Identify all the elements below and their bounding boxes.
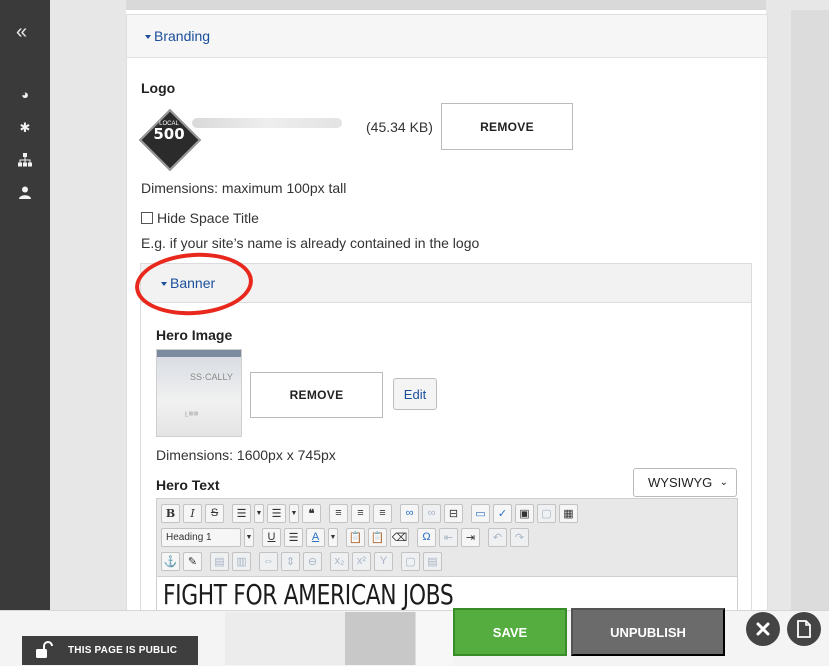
hero-dimensions-text: Dimensions: 1600px x 745px bbox=[156, 447, 336, 463]
bulleted-list-icon[interactable]: ☰ bbox=[232, 503, 251, 523]
chevron-down-icon: ⌄ bbox=[719, 477, 728, 488]
save-button[interactable]: SAVE bbox=[453, 608, 567, 656]
special-character-icon[interactable]: Ω bbox=[417, 527, 436, 547]
hero-text-content: FIGHT FOR AMERICAN JOBS bbox=[163, 578, 454, 611]
left-sidebar: « ◕ ✱ bbox=[0, 0, 50, 665]
editor-mode-value: WYSIWYG bbox=[648, 475, 713, 490]
logo-label: Logo bbox=[141, 80, 176, 96]
numbered-list-dropdown-icon[interactable]: ▼ bbox=[289, 503, 299, 523]
strikethrough-icon[interactable]: S bbox=[205, 503, 224, 523]
logo-badge-number: 500 bbox=[153, 125, 185, 143]
collapse-sidebar-icon[interactable]: « bbox=[16, 22, 27, 42]
logo-file-size: (45.34 KB) bbox=[366, 119, 433, 135]
wysiwyg-toolbar: B I S ☰ ▼ ☰ ▼ ❝ ≡ ≡ ≡ ∞ ∞ ⊟ ▭ ✓ ▣ ▢ ▦ He… bbox=[156, 498, 738, 578]
outdent-icon[interactable]: ⇤ bbox=[439, 527, 458, 547]
page-break-icon[interactable]: ⊟ bbox=[444, 503, 463, 523]
undo-icon[interactable]: ↶ bbox=[488, 527, 507, 547]
edit-source-icon[interactable]: ✎ bbox=[183, 551, 202, 571]
delete-row-icon[interactable]: ⊖ bbox=[303, 551, 322, 571]
format-dropdown-icon[interactable]: ▼ bbox=[244, 527, 254, 547]
cell-icon[interactable]: ▥ bbox=[232, 551, 251, 571]
sitemap-icon[interactable] bbox=[18, 153, 32, 167]
logo-dimensions-text: Dimensions: maximum 100px tall bbox=[141, 180, 347, 196]
column-icon[interactable]: ⇕ bbox=[281, 551, 300, 571]
preview-strip bbox=[225, 612, 345, 665]
paste-text-icon[interactable]: 📋 bbox=[346, 527, 365, 547]
unlocked-icon bbox=[36, 641, 53, 658]
hero-image-thumbnail bbox=[156, 349, 242, 437]
align-left-icon[interactable]: ≡ bbox=[329, 503, 348, 523]
row-icon[interactable]: ⇔ bbox=[259, 551, 278, 571]
top-strip bbox=[50, 0, 829, 10]
hide-space-title-label: Hide Space Title bbox=[157, 210, 259, 226]
hero-thumb-text-bottom: ǀ.ᴵᴵᴵᴵᴵᴵᴵᴵ bbox=[185, 412, 199, 419]
text-color-icon[interactable]: A bbox=[306, 527, 325, 547]
hide-title-hint: E.g. if your site’s name is already cont… bbox=[141, 235, 480, 251]
branding-toggle[interactable]: Branding bbox=[145, 28, 210, 44]
template-icon[interactable]: ▭ bbox=[471, 503, 490, 523]
table-icon[interactable]: ▦ bbox=[559, 503, 578, 523]
underline-icon[interactable]: U bbox=[262, 527, 281, 547]
right-scroll-area bbox=[791, 10, 829, 610]
subscript-icon[interactable]: x₂ bbox=[330, 551, 349, 571]
superscript-icon[interactable]: x² bbox=[352, 551, 371, 571]
hero-image-label: Hero Image bbox=[156, 327, 233, 343]
align-center-icon[interactable]: ≡ bbox=[351, 503, 370, 523]
hero-thumb-text-top: SS·CALLY bbox=[190, 372, 233, 382]
media-icon[interactable]: ▢ bbox=[537, 503, 556, 523]
unpublish-button[interactable]: UNPUBLISH bbox=[571, 608, 725, 656]
caret-down-icon bbox=[145, 35, 151, 40]
remove-format-icon[interactable]: ⌫ bbox=[390, 527, 409, 547]
page-public-label: THIS PAGE IS PUBLIC bbox=[68, 645, 178, 656]
gear-icon[interactable]: ✱ bbox=[18, 121, 32, 135]
hero-text-label: Hero Text bbox=[156, 477, 220, 493]
logo-filename-blur bbox=[192, 118, 342, 128]
maximize-icon[interactable]: ▢ bbox=[401, 551, 420, 571]
bulleted-list-dropdown-icon[interactable]: ▼ bbox=[254, 503, 264, 523]
text-color-dropdown-icon[interactable]: ▼ bbox=[328, 527, 338, 547]
remove-logo-button[interactable]: REMOVE bbox=[441, 103, 573, 150]
close-icon[interactable] bbox=[746, 612, 780, 646]
unlink-icon[interactable]: ∞ bbox=[422, 503, 441, 523]
branding-header: Branding bbox=[127, 15, 767, 58]
italic-icon[interactable]: I bbox=[183, 503, 202, 523]
link-icon[interactable]: ∞ bbox=[400, 503, 419, 523]
preview-strip-light bbox=[415, 612, 453, 665]
hide-space-title-checkbox[interactable] bbox=[141, 212, 153, 224]
left-gutter bbox=[50, 0, 126, 665]
show-blocks-icon[interactable]: ▤ bbox=[423, 551, 442, 571]
numbered-list-icon[interactable]: ☰ bbox=[267, 503, 286, 523]
image-icon[interactable]: ▣ bbox=[515, 503, 534, 523]
preview-strip-dark bbox=[345, 612, 415, 665]
remove-hero-image-button[interactable]: REMOVE bbox=[250, 372, 383, 418]
indent-icon[interactable]: ⇥ bbox=[461, 527, 480, 547]
edit-hero-image-button[interactable]: Edit bbox=[393, 378, 437, 410]
anchor-icon[interactable]: ⚓ bbox=[161, 551, 180, 571]
align-right-icon[interactable]: ≡ bbox=[373, 503, 392, 523]
paste-word-icon[interactable]: 📋 bbox=[368, 527, 387, 547]
format-select[interactable]: Heading 1 bbox=[161, 527, 241, 547]
justify-icon[interactable]: ☰ bbox=[284, 527, 303, 547]
blockquote-icon[interactable]: ❝ bbox=[302, 503, 321, 523]
table-insert-icon[interactable]: ▤ bbox=[210, 551, 229, 571]
page-icon[interactable] bbox=[787, 612, 821, 646]
filter-icon[interactable]: Y bbox=[374, 551, 393, 571]
redo-icon[interactable]: ↷ bbox=[510, 527, 529, 547]
editor-mode-select[interactable]: WYSIWYG ⌄ bbox=[633, 468, 737, 497]
user-icon[interactable] bbox=[18, 186, 32, 200]
spellcheck-icon[interactable]: ✓ bbox=[493, 503, 512, 523]
bold-icon[interactable]: B bbox=[161, 503, 180, 523]
palette-icon[interactable]: ◕ bbox=[18, 88, 32, 102]
